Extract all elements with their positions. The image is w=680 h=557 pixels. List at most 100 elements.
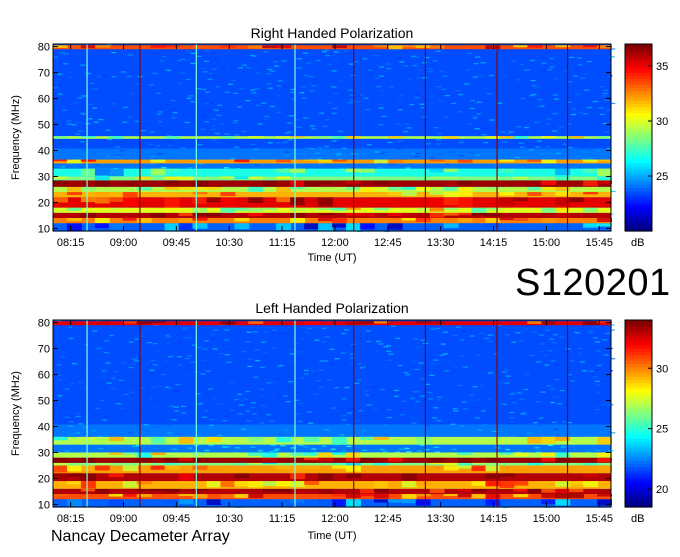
- noise-speck: [453, 366, 459, 369]
- band-variation: [457, 168, 473, 172]
- band-variation: [429, 168, 445, 173]
- y-axis-label: Frequency (MHz): [10, 371, 22, 456]
- band-variation: [527, 45, 543, 48]
- noise-speck: [296, 58, 302, 60]
- noise-speck: [436, 132, 442, 135]
- noise-speck: [334, 358, 340, 360]
- band-variation: [443, 494, 459, 497]
- noise-speck: [604, 131, 610, 133]
- noise-speck: [534, 106, 540, 109]
- noise-speck: [539, 334, 545, 336]
- noise-speck: [66, 123, 72, 125]
- band-variation: [527, 321, 543, 324]
- noise-speck: [159, 60, 165, 62]
- noise-speck: [552, 334, 558, 336]
- noise-speck: [389, 155, 395, 158]
- noise-speck: [291, 105, 297, 107]
- noise-speck: [602, 122, 608, 125]
- band-variation: [415, 45, 431, 48]
- band-variation: [122, 452, 138, 455]
- noise-speck: [226, 100, 232, 102]
- noise-speck: [556, 51, 562, 53]
- noise-speck: [269, 420, 275, 422]
- noise-speck: [480, 384, 486, 387]
- band-variation: [94, 462, 110, 466]
- noise-speck: [539, 343, 545, 345]
- noise-speck: [270, 331, 276, 333]
- noise-speck: [278, 128, 284, 130]
- noise-speck: [96, 76, 102, 78]
- noise-speck: [309, 90, 315, 92]
- band-variation: [359, 168, 375, 173]
- noise-speck: [558, 126, 564, 128]
- band-variation: [429, 212, 445, 218]
- band-variation: [290, 180, 306, 187]
- band-variation: [485, 218, 501, 223]
- band-variation: [318, 218, 333, 222]
- noise-speck: [519, 146, 525, 148]
- noise-speck: [296, 67, 302, 69]
- noise-speck: [530, 59, 536, 62]
- noise-speck: [577, 362, 583, 364]
- band-variation: [429, 176, 445, 179]
- noise-speck: [341, 398, 347, 400]
- band-variation: [457, 494, 473, 498]
- noise-speck: [462, 408, 468, 410]
- noise-speck: [189, 354, 195, 356]
- noise-speck: [269, 416, 275, 418]
- noise-speck: [383, 424, 389, 426]
- band-variation: [304, 457, 320, 461]
- noise-speck: [317, 164, 323, 166]
- noise-speck: [307, 109, 313, 112]
- noise-speck: [470, 100, 476, 102]
- noise-speck: [592, 93, 598, 96]
- band-variation: [178, 186, 194, 190]
- noise-speck: [444, 94, 450, 97]
- band-variation: [290, 457, 306, 462]
- band-variation: [471, 45, 487, 47]
- noise-speck: [472, 386, 478, 388]
- noise-speck: [358, 410, 364, 412]
- noise-speck: [119, 149, 125, 152]
- noise-speck: [246, 331, 252, 333]
- band-variation: [192, 192, 208, 195]
- noise-speck: [397, 140, 403, 142]
- noise-speck: [493, 353, 499, 355]
- noise-speck: [196, 414, 202, 417]
- noise-speck: [202, 348, 208, 350]
- noise-speck: [414, 56, 420, 58]
- noise-speck: [103, 147, 109, 149]
- noise-speck: [463, 366, 469, 368]
- noise-speck: [168, 434, 174, 437]
- band-variation: [387, 457, 403, 462]
- band-variation: [290, 197, 306, 206]
- noise-speck: [226, 346, 232, 348]
- noise-speck: [578, 352, 584, 355]
- noise-speck: [107, 138, 113, 141]
- noise-speck: [508, 131, 514, 133]
- panel-right-handed: Right Handed Polarization102030405060708…: [10, 25, 668, 264]
- noise-speck: [398, 333, 404, 335]
- noise-speck: [67, 326, 73, 329]
- band-variation: [527, 159, 543, 162]
- band-variation: [290, 212, 306, 218]
- band-variation: [527, 462, 543, 466]
- noise-speck: [113, 114, 119, 117]
- noise-speck: [475, 154, 481, 156]
- y-tick-label: 60: [38, 94, 50, 106]
- band-variation: [583, 168, 599, 173]
- noise-speck: [557, 403, 563, 405]
- noise-speck: [167, 144, 173, 147]
- noise-speck: [367, 69, 373, 71]
- band-variation: [80, 212, 96, 218]
- noise-speck: [214, 132, 220, 135]
- colorbar-segment: [625, 320, 652, 324]
- noise-speck: [109, 81, 115, 84]
- noise-speck: [379, 66, 385, 68]
- noise-speck: [277, 434, 283, 436]
- noise-speck: [569, 360, 575, 362]
- noise-speck: [487, 334, 493, 336]
- noise-speck: [501, 141, 507, 143]
- band-variation: [122, 192, 138, 198]
- noise-speck: [382, 451, 388, 453]
